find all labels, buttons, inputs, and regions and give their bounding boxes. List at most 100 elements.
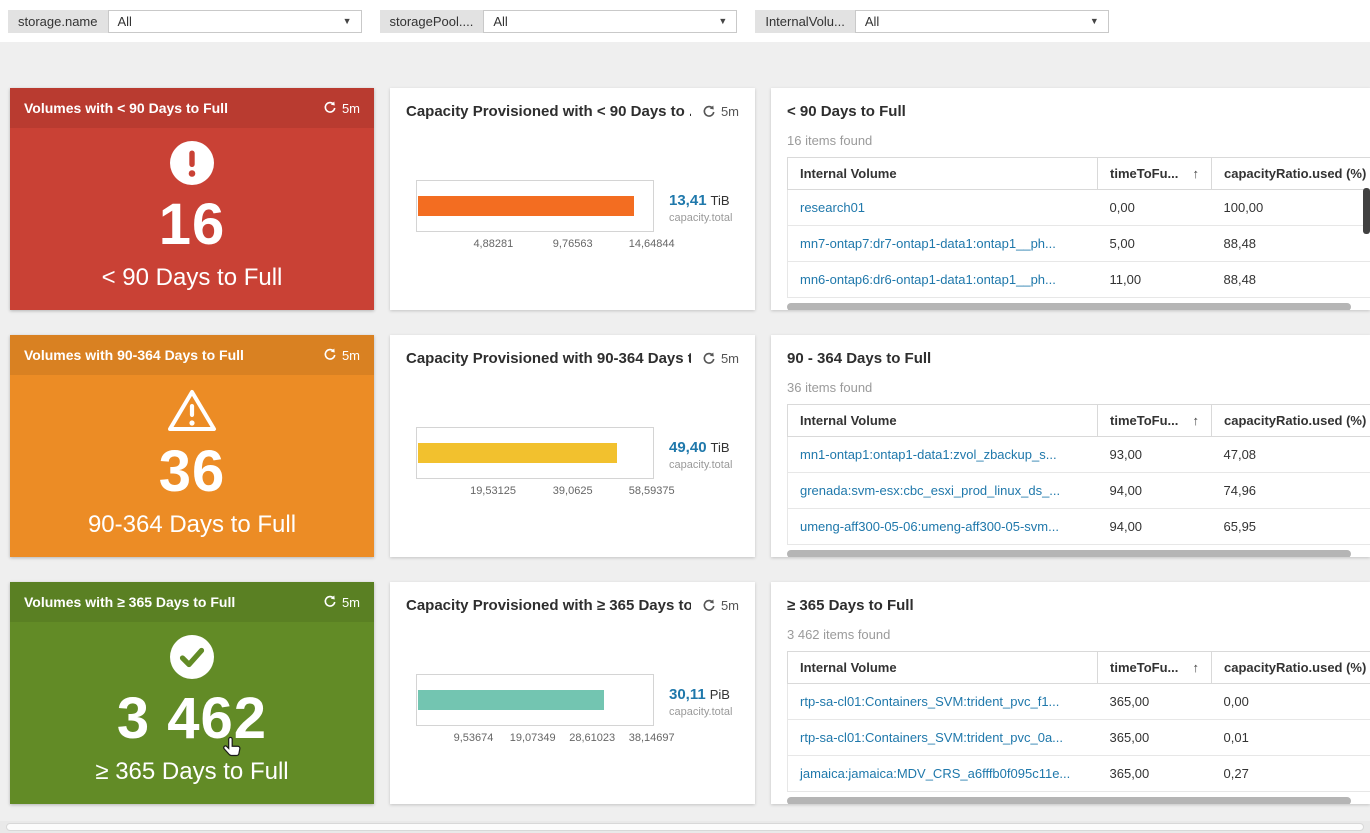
capacity-bar xyxy=(418,443,617,463)
volume-link[interactable]: mn6-ontap6:dr6-ontap1-data1:ontap1__ph..… xyxy=(787,261,1098,298)
column-header-time-to-full[interactable]: timeToFu... ↑ xyxy=(1097,651,1212,684)
capacity-used-cell: 100,00 xyxy=(1211,189,1370,226)
time-to-full-cell: 365,00 xyxy=(1097,683,1212,720)
sort-ascending-icon: ↑ xyxy=(1192,413,1200,428)
horizontal-scrollbar-thumb[interactable] xyxy=(787,797,1351,804)
table-row: mn6-ontap6:dr6-ontap1-data1:ontap1__ph..… xyxy=(787,261,1370,298)
refresh-icon xyxy=(703,352,715,364)
volume-link[interactable]: research01 xyxy=(787,189,1098,226)
chart-card-header: Capacity Provisioned with ≥ 365 Days to.… xyxy=(406,597,739,614)
volume-link[interactable]: mn1-ontap1:ontap1-data1:zvol_zbackup_s..… xyxy=(787,436,1098,473)
refresh-interval-label: 5m xyxy=(341,594,360,610)
sort-ascending-icon: ↑ xyxy=(1192,660,1200,675)
volume-link[interactable]: rtp-sa-cl01:Containers_SVM:trident_pvc_0… xyxy=(787,719,1098,756)
column-header-label: timeToFu... xyxy=(1110,660,1179,675)
dashboard-grid: Volumes with < 90 Days to Full 5m 16 < 9… xyxy=(0,42,1370,804)
refresh-icon xyxy=(324,101,336,113)
dashboard-row-gte-365: Volumes with ≥ 365 Days to Full 5m 3 462… xyxy=(10,582,1370,804)
column-header-label: capacityRatio.used (%) xyxy=(1224,166,1367,181)
page-horizontal-scrollbar-thumb[interactable] xyxy=(6,823,1364,831)
capacity-value-line: 13,41 TiB xyxy=(669,192,732,209)
kpi-card-lt-90-days[interactable]: Volumes with < 90 Days to Full 5m 16 < 9… xyxy=(10,88,374,310)
refresh-button[interactable]: 5m xyxy=(702,598,739,613)
filter-dropdown[interactable]: All ▼ xyxy=(107,9,362,33)
column-header-label: timeToFu... xyxy=(1110,166,1179,181)
kpi-card-90-364-days[interactable]: Volumes with 90-364 Days to Full 5m 36 9… xyxy=(10,335,374,557)
volume-link[interactable]: jamaica:jamaica:MDV_CRS_a6fffb0f095c11e.… xyxy=(787,755,1098,792)
column-header-capacity-ratio[interactable]: capacityRatio.used (%) xyxy=(1211,157,1370,190)
kpi-card-header: Volumes with 90-364 Days to Full 5m xyxy=(10,335,374,375)
kpi-card-body: 16 < 90 Days to Full xyxy=(10,128,374,310)
column-header-label: Internal Volume xyxy=(800,413,897,428)
time-to-full-cell: 5,00 xyxy=(1097,225,1212,262)
sort-ascending-icon: ↑ xyxy=(1192,166,1200,181)
horizontal-scrollbar-thumb[interactable] xyxy=(787,303,1351,310)
capacity-metric-label: capacity.total xyxy=(669,459,733,471)
bar-chart: 4,88281 9,76563 14,64844 13,41 TiB capac… xyxy=(406,180,739,254)
filter-internal-volume: InternalVolu... All ▼ xyxy=(755,9,1109,33)
column-header-capacity-ratio[interactable]: capacityRatio.used (%) xyxy=(1211,404,1370,437)
kpi-caption: ≥ 365 Days to Full xyxy=(95,758,289,786)
vertical-scrollbar-thumb[interactable] xyxy=(1363,188,1370,234)
column-header-internal-volume[interactable]: Internal Volume xyxy=(787,404,1098,437)
refresh-button[interactable]: 5m xyxy=(702,351,739,366)
filter-bar: storage.name All ▼ storagePool.... All ▼… xyxy=(0,0,1370,42)
filter-storage-name: storage.name All ▼ xyxy=(8,9,362,33)
column-header-internal-volume[interactable]: Internal Volume xyxy=(787,651,1098,684)
kpi-caption: < 90 Days to Full xyxy=(101,264,283,292)
capacity-bar xyxy=(418,196,635,216)
column-header-internal-volume[interactable]: Internal Volume xyxy=(787,157,1098,190)
column-header-capacity-ratio[interactable]: capacityRatio.used (%) xyxy=(1211,651,1370,684)
chevron-down-icon: ▼ xyxy=(342,15,352,26)
page-horizontal-scrollbar[interactable] xyxy=(0,821,1370,833)
items-found-label: 3 462 items found xyxy=(787,627,891,642)
items-found-label: 36 items found xyxy=(787,380,873,395)
capacity-value: 49,40 xyxy=(669,439,707,456)
refresh-interval-label: 5m xyxy=(720,351,739,366)
time-to-full-cell: 94,00 xyxy=(1097,508,1212,545)
filter-dropdown[interactable]: All ▼ xyxy=(854,9,1109,33)
column-header-time-to-full[interactable]: timeToFu... ↑ xyxy=(1097,157,1212,190)
axis-tick-label: 28,61023 xyxy=(569,732,616,744)
kpi-card-header: Volumes with ≥ 365 Days to Full 5m xyxy=(10,582,374,622)
x-axis: 9,53674 19,07349 28,61023 38,14697 xyxy=(416,732,675,748)
refresh-button[interactable]: 5m xyxy=(323,101,360,116)
table-card-lt-90-days: < 90 Days to Full 16 items found Interna… xyxy=(771,88,1370,310)
chart-title: Capacity Provisioned with < 90 Days to .… xyxy=(406,103,691,120)
volume-link[interactable]: umeng-aff300-05-06:umeng-aff300-05-svm..… xyxy=(787,508,1098,545)
volume-link[interactable]: rtp-sa-cl01:Containers_SVM:trident_pvc_f… xyxy=(787,683,1098,720)
refresh-interval-label: 5m xyxy=(720,104,739,119)
dashboard-row-lt-90: Volumes with < 90 Days to Full 5m 16 < 9… xyxy=(10,88,1370,310)
column-header-time-to-full[interactable]: timeToFu... ↑ xyxy=(1097,404,1212,437)
capacity-used-cell: 74,96 xyxy=(1211,472,1370,509)
refresh-button[interactable]: 5m xyxy=(323,348,360,363)
horizontal-scrollbar[interactable] xyxy=(787,797,1362,804)
capacity-used-cell: 0,00 xyxy=(1211,683,1370,720)
column-header-label: Internal Volume xyxy=(800,660,897,675)
refresh-button[interactable]: 5m xyxy=(702,104,739,119)
capacity-unit: PiB xyxy=(709,687,730,702)
axis-tick-label: 9,53674 xyxy=(453,732,494,744)
volume-link[interactable]: mn7-ontap7:dr7-ontap1-data1:ontap1__ph..… xyxy=(787,225,1098,262)
table-row: mn1-ontap1:ontap1-data1:zvol_zbackup_s..… xyxy=(787,436,1370,473)
horizontal-scrollbar-thumb[interactable] xyxy=(787,550,1351,557)
filter-field-label: storage.name xyxy=(8,9,108,33)
kpi-title: Volumes with < 90 Days to Full xyxy=(24,100,228,116)
bar-chart: 19,53125 39,0625 58,59375 49,40 TiB capa… xyxy=(406,427,739,501)
filter-dropdown[interactable]: All ▼ xyxy=(483,9,738,33)
horizontal-scrollbar[interactable] xyxy=(787,550,1362,557)
volume-link[interactable]: grenada:svm-esx:cbc_esxi_prod_linux_ds_.… xyxy=(787,472,1098,509)
table-header-row: Internal Volume timeToFu... ↑ capacityRat… xyxy=(787,157,1370,190)
horizontal-scrollbar[interactable] xyxy=(787,303,1362,310)
kpi-card-header: Volumes with < 90 Days to Full 5m xyxy=(10,88,374,128)
kpi-card-gte-365-days[interactable]: Volumes with ≥ 365 Days to Full 5m 3 462… xyxy=(10,582,374,804)
axis-tick-label: 9,76563 xyxy=(552,238,593,250)
refresh-icon xyxy=(324,595,336,607)
kpi-value: 3 462 xyxy=(116,686,268,752)
chart-card-90-364-days: Capacity Provisioned with 90-364 Days t.… xyxy=(390,335,755,557)
refresh-button[interactable]: 5m xyxy=(323,595,360,610)
table-row: jamaica:jamaica:MDV_CRS_a6fffb0f095c11e.… xyxy=(787,755,1370,792)
x-axis: 19,53125 39,0625 58,59375 xyxy=(416,485,675,501)
bar-chart: 9,53674 19,07349 28,61023 38,14697 30,11… xyxy=(406,674,739,748)
chevron-down-icon: ▼ xyxy=(1089,15,1099,26)
